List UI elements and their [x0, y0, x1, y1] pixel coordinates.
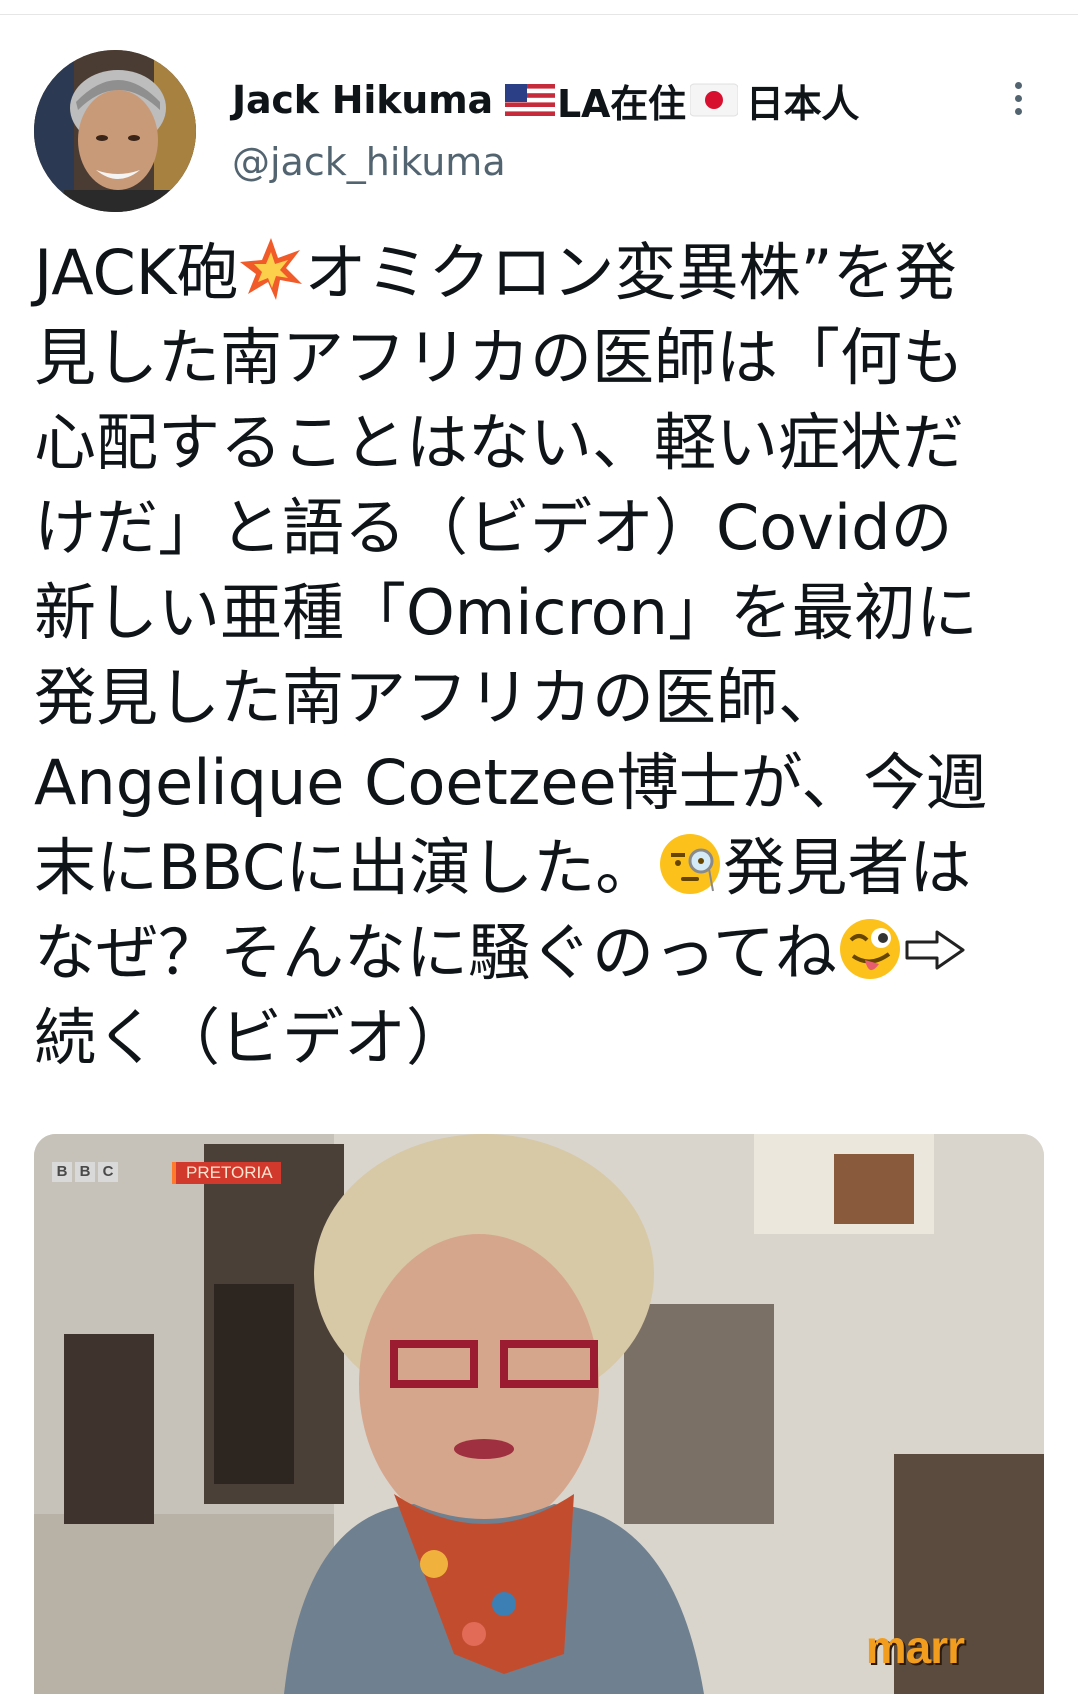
tweet-text-segment: 続く（ビデオ）	[34, 1001, 469, 1074]
video-thumbnail[interactable]: B B C PRETORIA marr	[34, 1134, 1044, 1694]
tweet-text-segment: 発見した南アフリカの医師、	[34, 661, 841, 734]
more-dot-icon	[1014, 81, 1022, 89]
author-handle[interactable]: @jack_hikuma	[232, 140, 506, 184]
author-avatar[interactable]	[34, 50, 196, 212]
tweet-text-segment: Angelique Coetzee博士が、今週	[34, 746, 988, 819]
tweet-text-segment: 心配することはない、軽い症状だ	[34, 406, 965, 479]
tweet-text-segment: オミクロン変異株”を発	[304, 236, 957, 309]
tweet-line: 発見した南アフリカの医師、	[34, 655, 1044, 740]
tweet-line: 末にBBCに出演した。 発見者は	[34, 825, 1044, 910]
more-dot-icon	[1014, 107, 1022, 115]
jp-flag-icon	[689, 83, 738, 117]
location-badge: PRETORIA	[172, 1162, 281, 1184]
tweet-text-segment: なぜ？そんなに騒ぐのってね	[34, 916, 837, 989]
bbc-logo: B B C	[52, 1162, 118, 1182]
author-name[interactable]: Jack Hikuma	[232, 78, 493, 122]
author-nationality: 日本人	[745, 81, 860, 126]
tweet-text-segment: 見した南アフリカの医師は「何も	[34, 321, 965, 394]
tweet-line: 続く（ビデオ）	[34, 995, 1044, 1080]
tweet-line: 新しい亜種「Omicron」を最初に	[34, 570, 1044, 655]
tweet-text-segment: 新しい亜種「Omicron」を最初に	[34, 576, 978, 649]
show-logo: marr	[865, 1621, 965, 1673]
tweet-line: Angelique Coetzee博士が、今週	[34, 740, 1044, 825]
video-frame	[34, 1134, 1044, 1694]
author-location: LA在住	[557, 81, 686, 126]
white-right-arrow-icon	[903, 916, 967, 989]
tweet-line: 見した南アフリカの医師は「何も	[34, 315, 1044, 400]
monocle-face-emoji-icon	[657, 831, 723, 904]
tweet-text: JACK砲 オミクロン変異株”を発 見した南アフリカの医師は「何も 心配することはない…	[34, 230, 1044, 1080]
tweet-text-segment: けだ」と語る（ビデオ）Covidの	[34, 491, 953, 564]
us-flag-icon	[505, 84, 555, 116]
tweet-line: JACK砲 オミクロン変異株”を発	[34, 230, 1044, 315]
tweet-text-segment: JACK砲	[34, 236, 239, 309]
tweet-line: なぜ？そんなに騒ぐのってね	[34, 910, 1044, 995]
winking-face-tongue-emoji-icon	[837, 916, 903, 989]
top-divider	[0, 14, 1078, 15]
collision-emoji-icon	[238, 236, 304, 309]
tweet-text-segment: 末にBBCに出演した。	[34, 831, 658, 904]
more-dot-icon	[1014, 94, 1022, 102]
more-options-button[interactable]	[998, 76, 1038, 120]
tweet-text-segment: 発見者は	[723, 831, 972, 904]
avatar-portrait	[34, 50, 196, 212]
tweet-line: けだ」と語る（ビデオ）Covidの	[34, 485, 1044, 570]
author-name-row[interactable]: Jack Hikuma LA在住 日本人	[232, 74, 859, 126]
tweet-line: 心配することはない、軽い症状だ	[34, 400, 1044, 485]
